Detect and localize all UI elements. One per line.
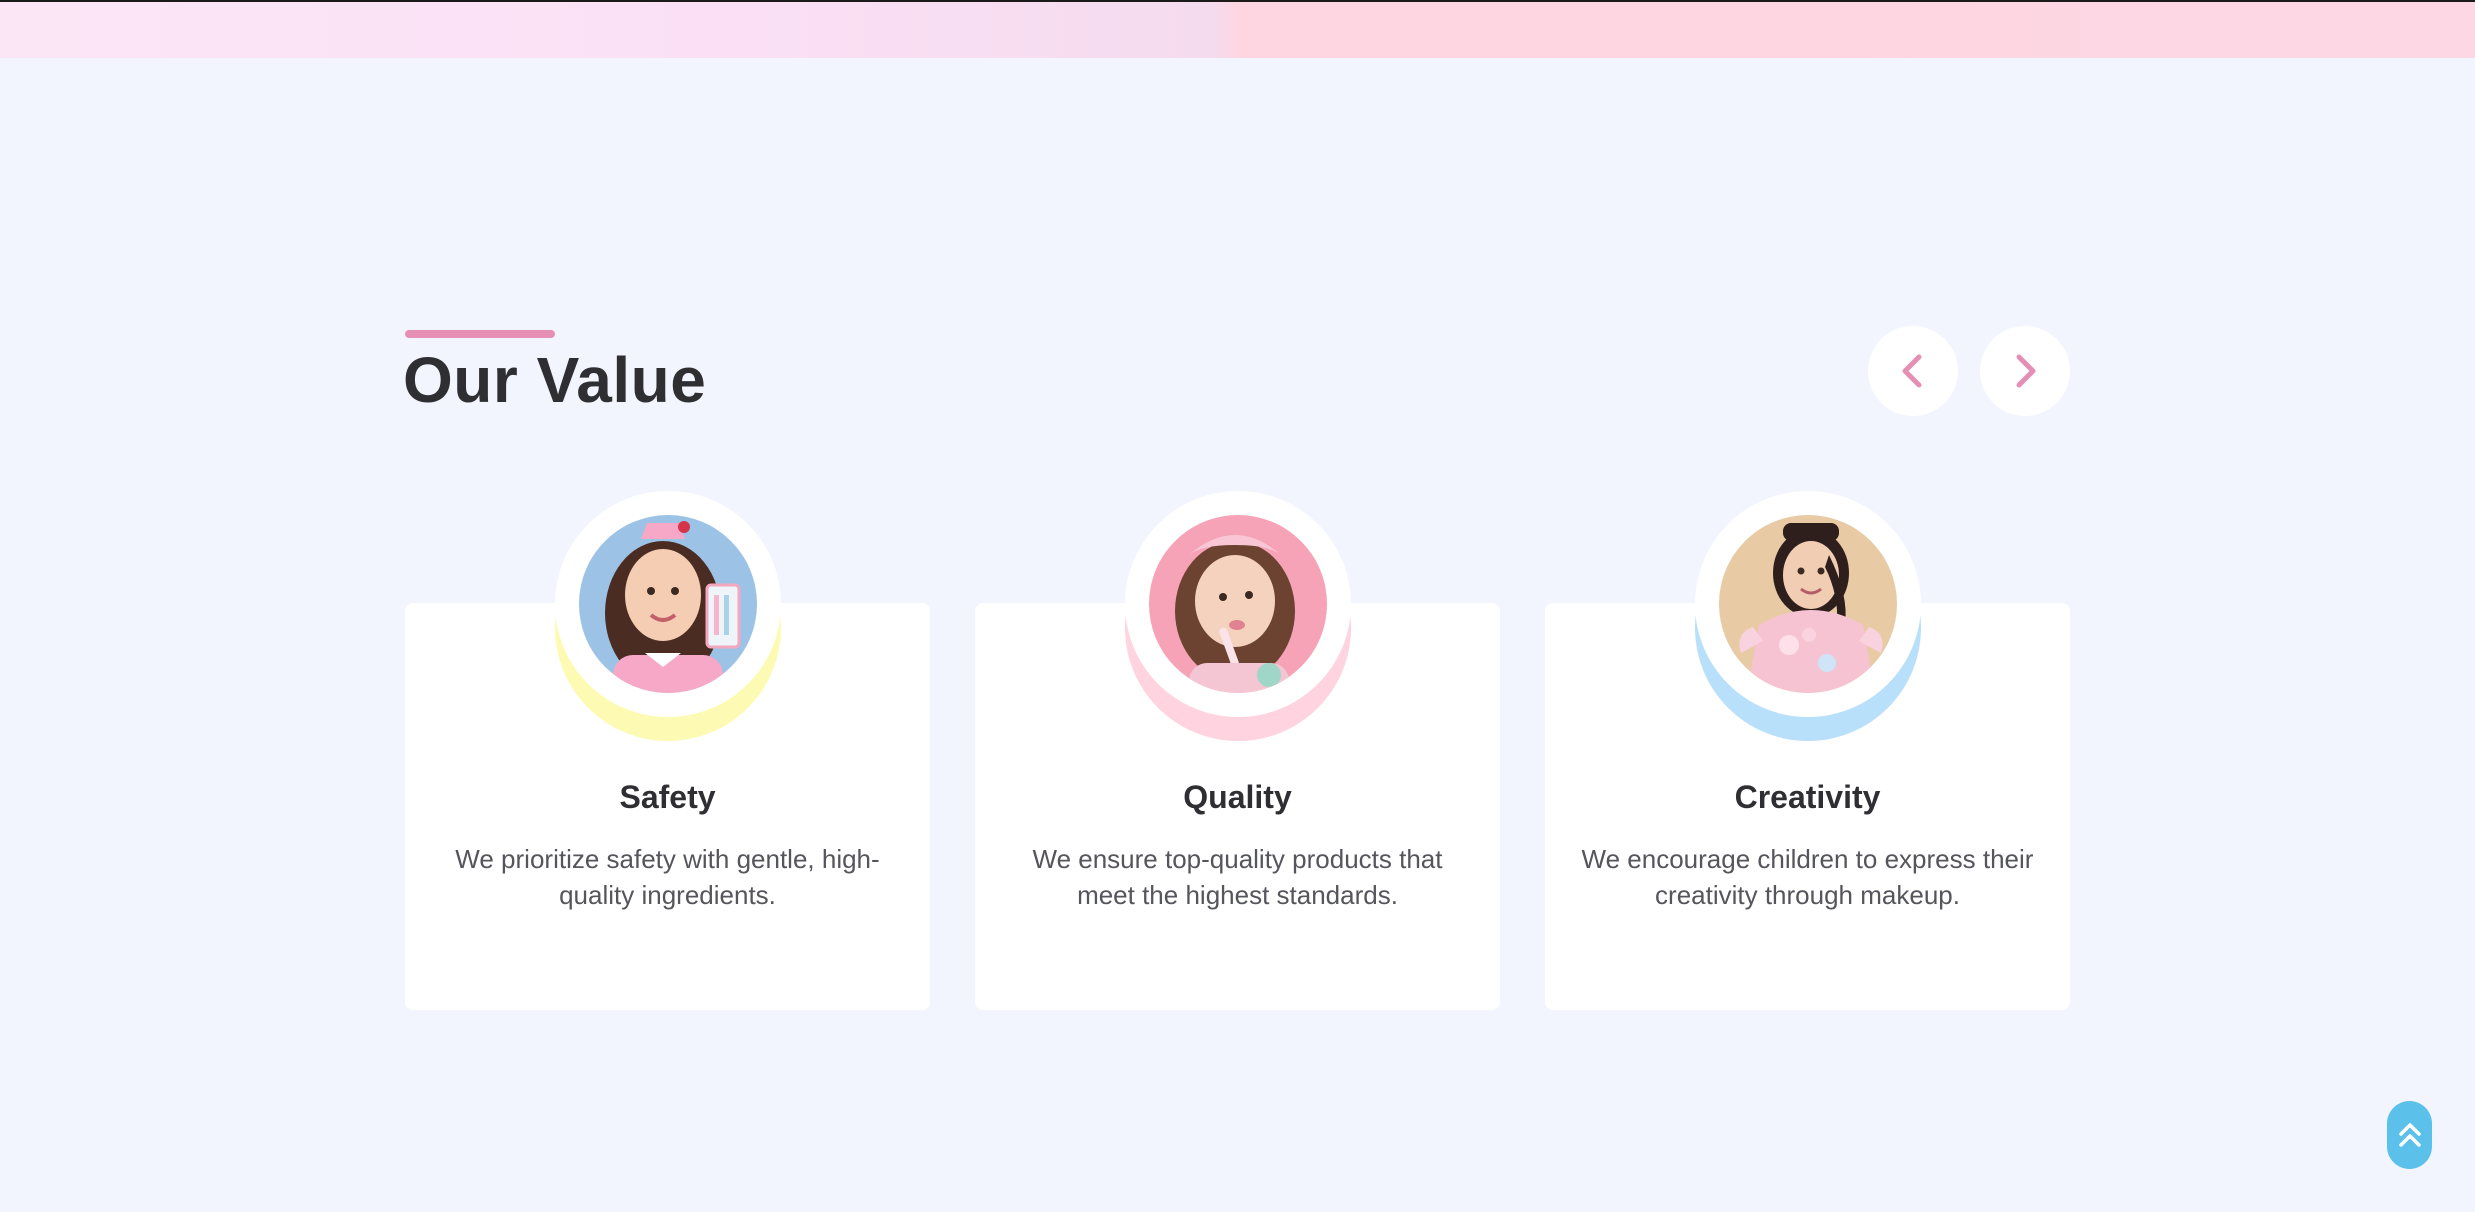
- girl-applying-lip-gloss-photo: [1148, 515, 1327, 693]
- chevron-right-icon: [2016, 354, 2036, 388]
- avatar-ring: [1694, 491, 1921, 717]
- title-accent-line: [405, 330, 555, 338]
- section-title: Our Value: [403, 344, 707, 416]
- card-description: We encourage children to express their c…: [1581, 844, 2034, 910]
- carousel-next-button[interactable]: [1980, 326, 2070, 416]
- card-title: Safety: [619, 779, 716, 815]
- avatar-frame: [1694, 491, 1921, 741]
- card-description: We prioritize safety with gentle, high-q…: [455, 844, 880, 910]
- card-title: Creativity: [1734, 779, 1881, 815]
- scroll-to-top-button[interactable]: [2387, 1101, 2432, 1169]
- card-title: Quality: [1183, 779, 1292, 815]
- avatar-frame: [554, 491, 781, 741]
- value-card-creativity: Creativity We encourage children to expr…: [1545, 491, 2070, 1010]
- girl-with-lipstick-photo: [578, 515, 757, 693]
- avatar-ring: [1124, 491, 1351, 717]
- chevron-left-icon: [1902, 354, 1922, 388]
- value-card-quality: Quality We ensure top-quality products t…: [975, 491, 1500, 1010]
- avatar-frame: [1124, 491, 1351, 741]
- top-banner-strip: [0, 0, 2475, 58]
- carousel-prev-button[interactable]: [1868, 326, 1958, 416]
- double-chevron-up-icon: [2398, 1123, 2421, 1147]
- avatar-ring: [554, 491, 781, 717]
- card-description: We ensure top-quality products that meet…: [1032, 844, 1443, 910]
- girl-in-pink-dress-photo: [1718, 515, 1897, 693]
- value-card-safety: Safety We prioritize safety with gentle,…: [405, 491, 930, 1010]
